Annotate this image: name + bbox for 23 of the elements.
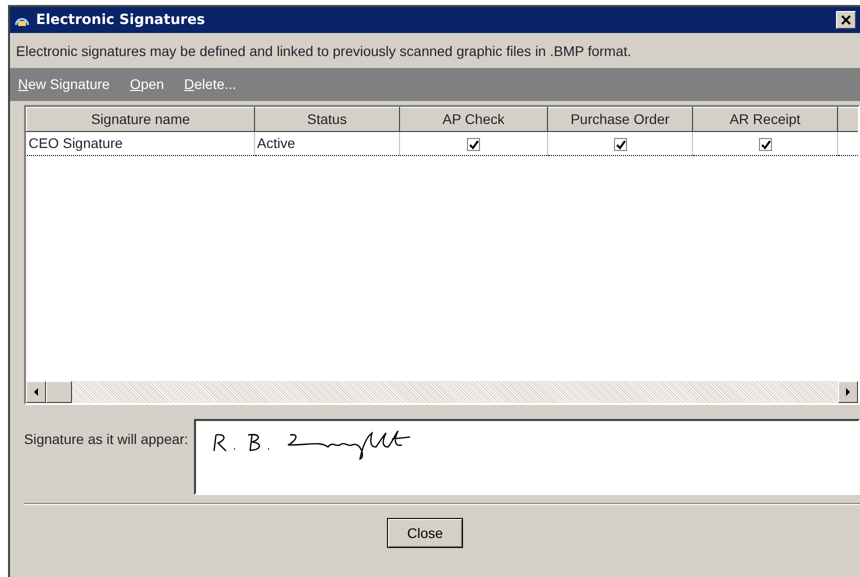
table-row[interactable]: CEO Signature Active <box>26 132 858 156</box>
column-header[interactable]: AP Check <box>400 108 548 132</box>
checkbox[interactable] <box>758 138 772 151</box>
preview-label: Signature as it will appear: <box>24 430 188 449</box>
scroll-right-icon[interactable] <box>838 381 858 403</box>
toolbar-link[interactable]: Delete... <box>184 74 236 95</box>
column-header[interactable]: AR Receipt <box>692 108 838 132</box>
column-header[interactable]: Purchase Order <box>548 108 692 132</box>
scroll-thumb[interactable] <box>46 381 72 403</box>
close-icon[interactable] <box>836 11 856 29</box>
scroll-left-icon[interactable] <box>26 381 46 403</box>
checkbox[interactable] <box>467 138 480 151</box>
close-button[interactable]: Close <box>387 518 463 548</box>
table-cell: Active <box>254 132 400 156</box>
checkbox[interactable] <box>614 138 626 151</box>
column-header[interactable]: Signature name <box>26 108 254 132</box>
table-cell: CEO Signature <box>26 132 254 156</box>
window-title: Electronic Signatures <box>36 10 206 30</box>
toolbar-link[interactable]: New Signature <box>18 74 110 95</box>
description-text: Electronic signatures may be defined and linked to previously scanned graphic files in .BMP format. <box>15 42 632 61</box>
horizontal-scrollbar[interactable] <box>26 381 858 403</box>
column-header[interactable]: Status <box>254 108 400 132</box>
toolbar-link[interactable]: Open <box>130 74 164 95</box>
